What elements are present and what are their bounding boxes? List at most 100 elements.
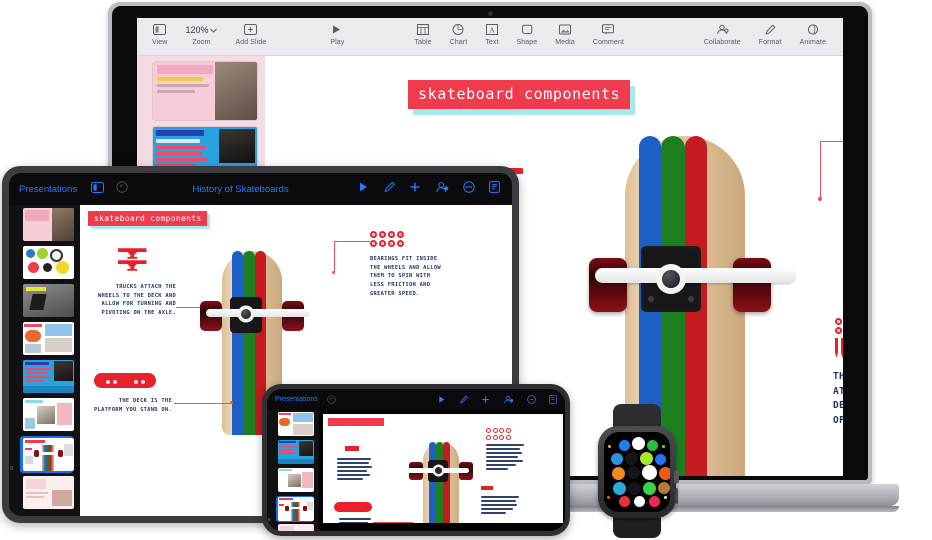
sidebar-icon[interactable] (91, 180, 105, 198)
media-button[interactable]: Media (546, 18, 584, 46)
ipad-slide-6[interactable]: 6 (9, 322, 80, 355)
collaborate-icon[interactable] (435, 180, 449, 198)
power-app-icon[interactable] (659, 467, 670, 480)
animate-button[interactable]: Animate (791, 18, 835, 46)
ipad-slide-navigator[interactable]: 3 4 (9, 205, 80, 516)
ipad-back-presentations[interactable]: Presentations (19, 184, 77, 195)
workout-app-icon[interactable] (640, 452, 653, 465)
watch-screen[interactable] (604, 432, 670, 512)
watch-side-button[interactable] (675, 488, 678, 504)
undo-icon[interactable] (327, 391, 336, 409)
insert-plus-icon[interactable] (481, 391, 490, 409)
photos-app-icon[interactable] (634, 496, 645, 507)
insert-plus-icon[interactable] (409, 180, 421, 198)
text-button[interactable]: A Text (476, 18, 507, 46)
navigator-slide-6[interactable]: 6 (141, 62, 261, 120)
ipad-annotation-deck[interactable]: THE DECK IS THE PLATFORM YOU STAND ON. (94, 397, 172, 415)
svg-text:A: A (489, 26, 494, 34)
ipad-add-slide-button[interactable]: + (17, 514, 80, 516)
fitness-rings-app-icon[interactable] (628, 482, 641, 495)
mail-app-icon[interactable] (619, 440, 630, 451)
play-icon (331, 22, 343, 37)
ipad-slide-7[interactable]: 7 (9, 360, 80, 393)
more-icon[interactable] (527, 391, 536, 409)
music-app-icon[interactable] (649, 496, 660, 507)
text-icon: A (485, 22, 498, 37)
document-icon[interactable] (549, 391, 557, 409)
view-button[interactable]: View (143, 18, 176, 46)
slide-thumbnail[interactable] (23, 476, 74, 509)
zoom-control[interactable]: 120% Zoom (176, 18, 226, 46)
iphone-slide-6[interactable]: 6 (267, 412, 319, 436)
toolbar-collaborate-group: Collaborate (695, 18, 750, 46)
iphone-slide-navigator[interactable]: 6 7 (267, 410, 319, 531)
slide-title[interactable]: skateboard components (408, 80, 631, 109)
chart-button[interactable]: Chart (441, 18, 477, 46)
iphone-slide-9-selected[interactable]: 9 (268, 496, 314, 522)
add-slide-button[interactable]: Add Slide (226, 18, 275, 46)
globe-app-icon[interactable] (612, 467, 625, 480)
undo-icon[interactable] (116, 180, 128, 198)
slide-thumbnail[interactable] (23, 284, 74, 317)
ipad-slide-title[interactable]: skateboard components (88, 211, 208, 226)
format-button[interactable]: Format (750, 18, 791, 46)
settings-app-icon[interactable] (642, 465, 657, 480)
ipad-slide-4[interactable]: 4 (9, 246, 80, 279)
slide-thumbnail[interactable] (278, 524, 314, 531)
iphone-slide-7[interactable]: 7 (267, 440, 319, 464)
play-button[interactable]: Play (321, 18, 353, 46)
play-icon[interactable] (437, 391, 446, 409)
play-icon[interactable] (357, 180, 369, 198)
more-icon[interactable] (463, 180, 475, 198)
slide-thumbnail[interactable] (23, 208, 74, 241)
iphone-back-presentations[interactable]: Presentations (275, 396, 318, 403)
format-brush-icon[interactable] (459, 391, 468, 409)
shape-button[interactable]: Shape (508, 18, 547, 46)
ipad-slide-10[interactable]: 10 (9, 476, 80, 509)
activity-app-icon[interactable] (625, 452, 638, 465)
iphone-slide-canvas[interactable] (323, 414, 563, 523)
slide-thumbnail-selected[interactable] (278, 497, 314, 521)
coffee-app-icon[interactable] (619, 496, 630, 507)
ipad-slide-5[interactable]: 5 (9, 284, 80, 317)
slide-thumbnail-selected[interactable] (23, 438, 74, 471)
slide-thumbnail[interactable] (278, 468, 314, 492)
phone-app-icon[interactable] (647, 440, 658, 451)
slide-thumbnail[interactable] (278, 412, 314, 436)
wallet-app-icon[interactable] (613, 482, 626, 495)
calendar-app-icon[interactable] (632, 437, 645, 450)
maps-app-icon[interactable] (611, 453, 623, 465)
iphone-slide-8[interactable]: 8 (267, 468, 319, 492)
annotation-screws[interactable]: THE SCREWS AND BOLTS ATTACH THE TRUCKS T… (833, 370, 843, 429)
leader-line-bearings-v (334, 241, 335, 273)
keynote-toolbar: View 120% Zoom Add Slide Play Table Char… (137, 18, 843, 56)
collaborate-icon[interactable] (503, 391, 514, 409)
photos-person-app-icon[interactable] (658, 482, 670, 494)
chat-app-icon[interactable] (643, 482, 656, 495)
iphone-slide-10[interactable]: 10 (267, 524, 319, 531)
ipad-slide-9-selected[interactable]: 9 (10, 436, 74, 473)
comment-label: Comment (592, 39, 624, 46)
ipad-slide-3[interactable]: 3 (9, 208, 80, 241)
slide-thumbnail[interactable] (278, 440, 314, 464)
ipad-annotation-bearings[interactable]: BEARINGS FIT INSIDE THE WHEELS AND ALLOW… (370, 255, 444, 298)
table-button[interactable]: Table (405, 18, 440, 46)
ipad-slide-8[interactable]: 8 (9, 398, 80, 431)
slide-thumbnail[interactable] (23, 246, 74, 279)
collaborate-button[interactable]: Collaborate (695, 18, 750, 46)
format-brush-icon[interactable] (383, 180, 395, 198)
alarm-app-icon[interactable] (627, 466, 640, 479)
slide-thumbnail[interactable] (153, 62, 257, 120)
document-icon[interactable] (489, 180, 500, 198)
slide-thumbnail[interactable] (23, 360, 74, 393)
slide-thumbnail[interactable] (23, 398, 74, 431)
comment-button[interactable]: Comment (584, 18, 633, 46)
iphone-slide-title[interactable] (328, 418, 384, 426)
chart-icon (452, 22, 464, 37)
messages-app-icon[interactable] (655, 454, 666, 465)
deck-stripe-green (243, 251, 255, 435)
digital-crown[interactable] (674, 470, 679, 483)
ipad-annotation-trucks[interactable]: TRUCKS ATTACH THE WHEELS TO THE DECK AND… (96, 283, 176, 318)
document-button[interactable]: Document (835, 18, 843, 46)
slide-thumbnail[interactable] (23, 322, 74, 355)
